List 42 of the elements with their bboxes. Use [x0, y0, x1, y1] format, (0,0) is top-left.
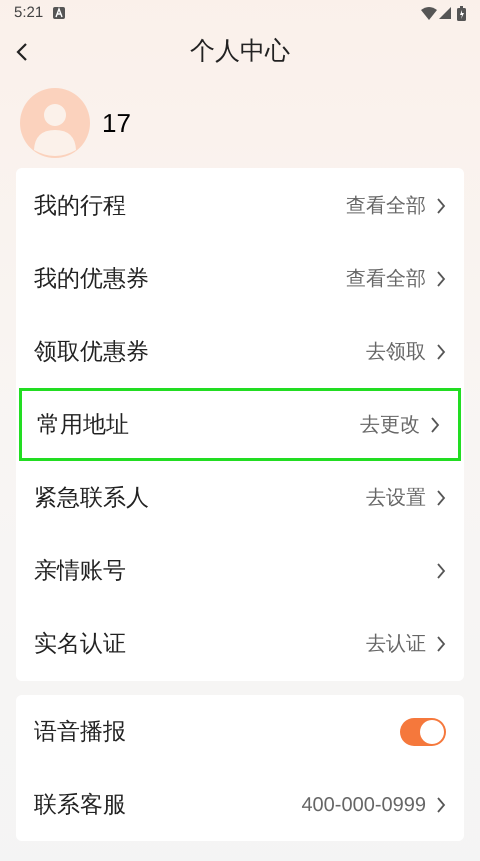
avatar-icon — [20, 88, 90, 158]
row-label: 我的优惠券 — [34, 264, 150, 294]
back-icon — [16, 42, 28, 62]
row-action: 去更改 — [360, 412, 420, 438]
chevron-right-icon — [436, 196, 446, 214]
menu-row[interactable]: 紧急联系人 去设置 — [16, 461, 464, 534]
row-label: 我的行程 — [34, 191, 127, 220]
row-action: 去设置 — [366, 486, 426, 510]
chevron-right-icon — [436, 562, 446, 580]
menu-row[interactable]: 我的行程 查看全部 — [16, 169, 464, 242]
signal-icon — [439, 7, 451, 19]
menu-row[interactable]: 联系客服 400-000-0999 — [16, 768, 464, 841]
menu-row[interactable]: 领取优惠券 去领取 — [16, 315, 464, 388]
chevron-right-icon — [430, 416, 440, 434]
status-time: 5:21 — [14, 2, 44, 23]
menu-row[interactable]: 亲情账号 — [16, 534, 464, 607]
row-action: 去认证 — [366, 632, 426, 656]
highlighted-menu-row[interactable]: 常用地址 去更改 — [19, 388, 461, 461]
row-label: 紧急联系人 — [34, 483, 150, 512]
wifi-icon — [421, 6, 437, 20]
chevron-right-icon — [436, 796, 446, 814]
row-label: 领取优惠券 — [34, 337, 150, 366]
notification-icon — [53, 7, 66, 19]
chevron-right-icon — [436, 270, 446, 288]
battery-icon — [457, 6, 466, 20]
chevron-right-icon — [436, 634, 446, 652]
chevron-right-icon — [436, 488, 446, 506]
row-action: 400-000-0999 — [301, 792, 426, 818]
toggle-switch[interactable] — [400, 718, 446, 746]
row-label: 亲情账号 — [34, 556, 127, 586]
row-action: 查看全部 — [346, 266, 426, 292]
page-title: 个人中心 — [190, 36, 290, 68]
row-label: 语音播报 — [34, 717, 127, 746]
row-action: 去领取 — [366, 340, 426, 364]
user-name: 17 — [102, 106, 131, 140]
menu-row[interactable]: 实名认证 去认证 — [16, 607, 464, 680]
chevron-right-icon — [436, 342, 446, 360]
row-action: 查看全部 — [346, 194, 426, 218]
menu-row[interactable]: 我的优惠券 查看全部 — [16, 242, 464, 315]
row-label: 联系客服 — [34, 790, 127, 820]
row-label: 实名认证 — [34, 629, 127, 658]
row-label: 常用地址 — [37, 410, 130, 440]
